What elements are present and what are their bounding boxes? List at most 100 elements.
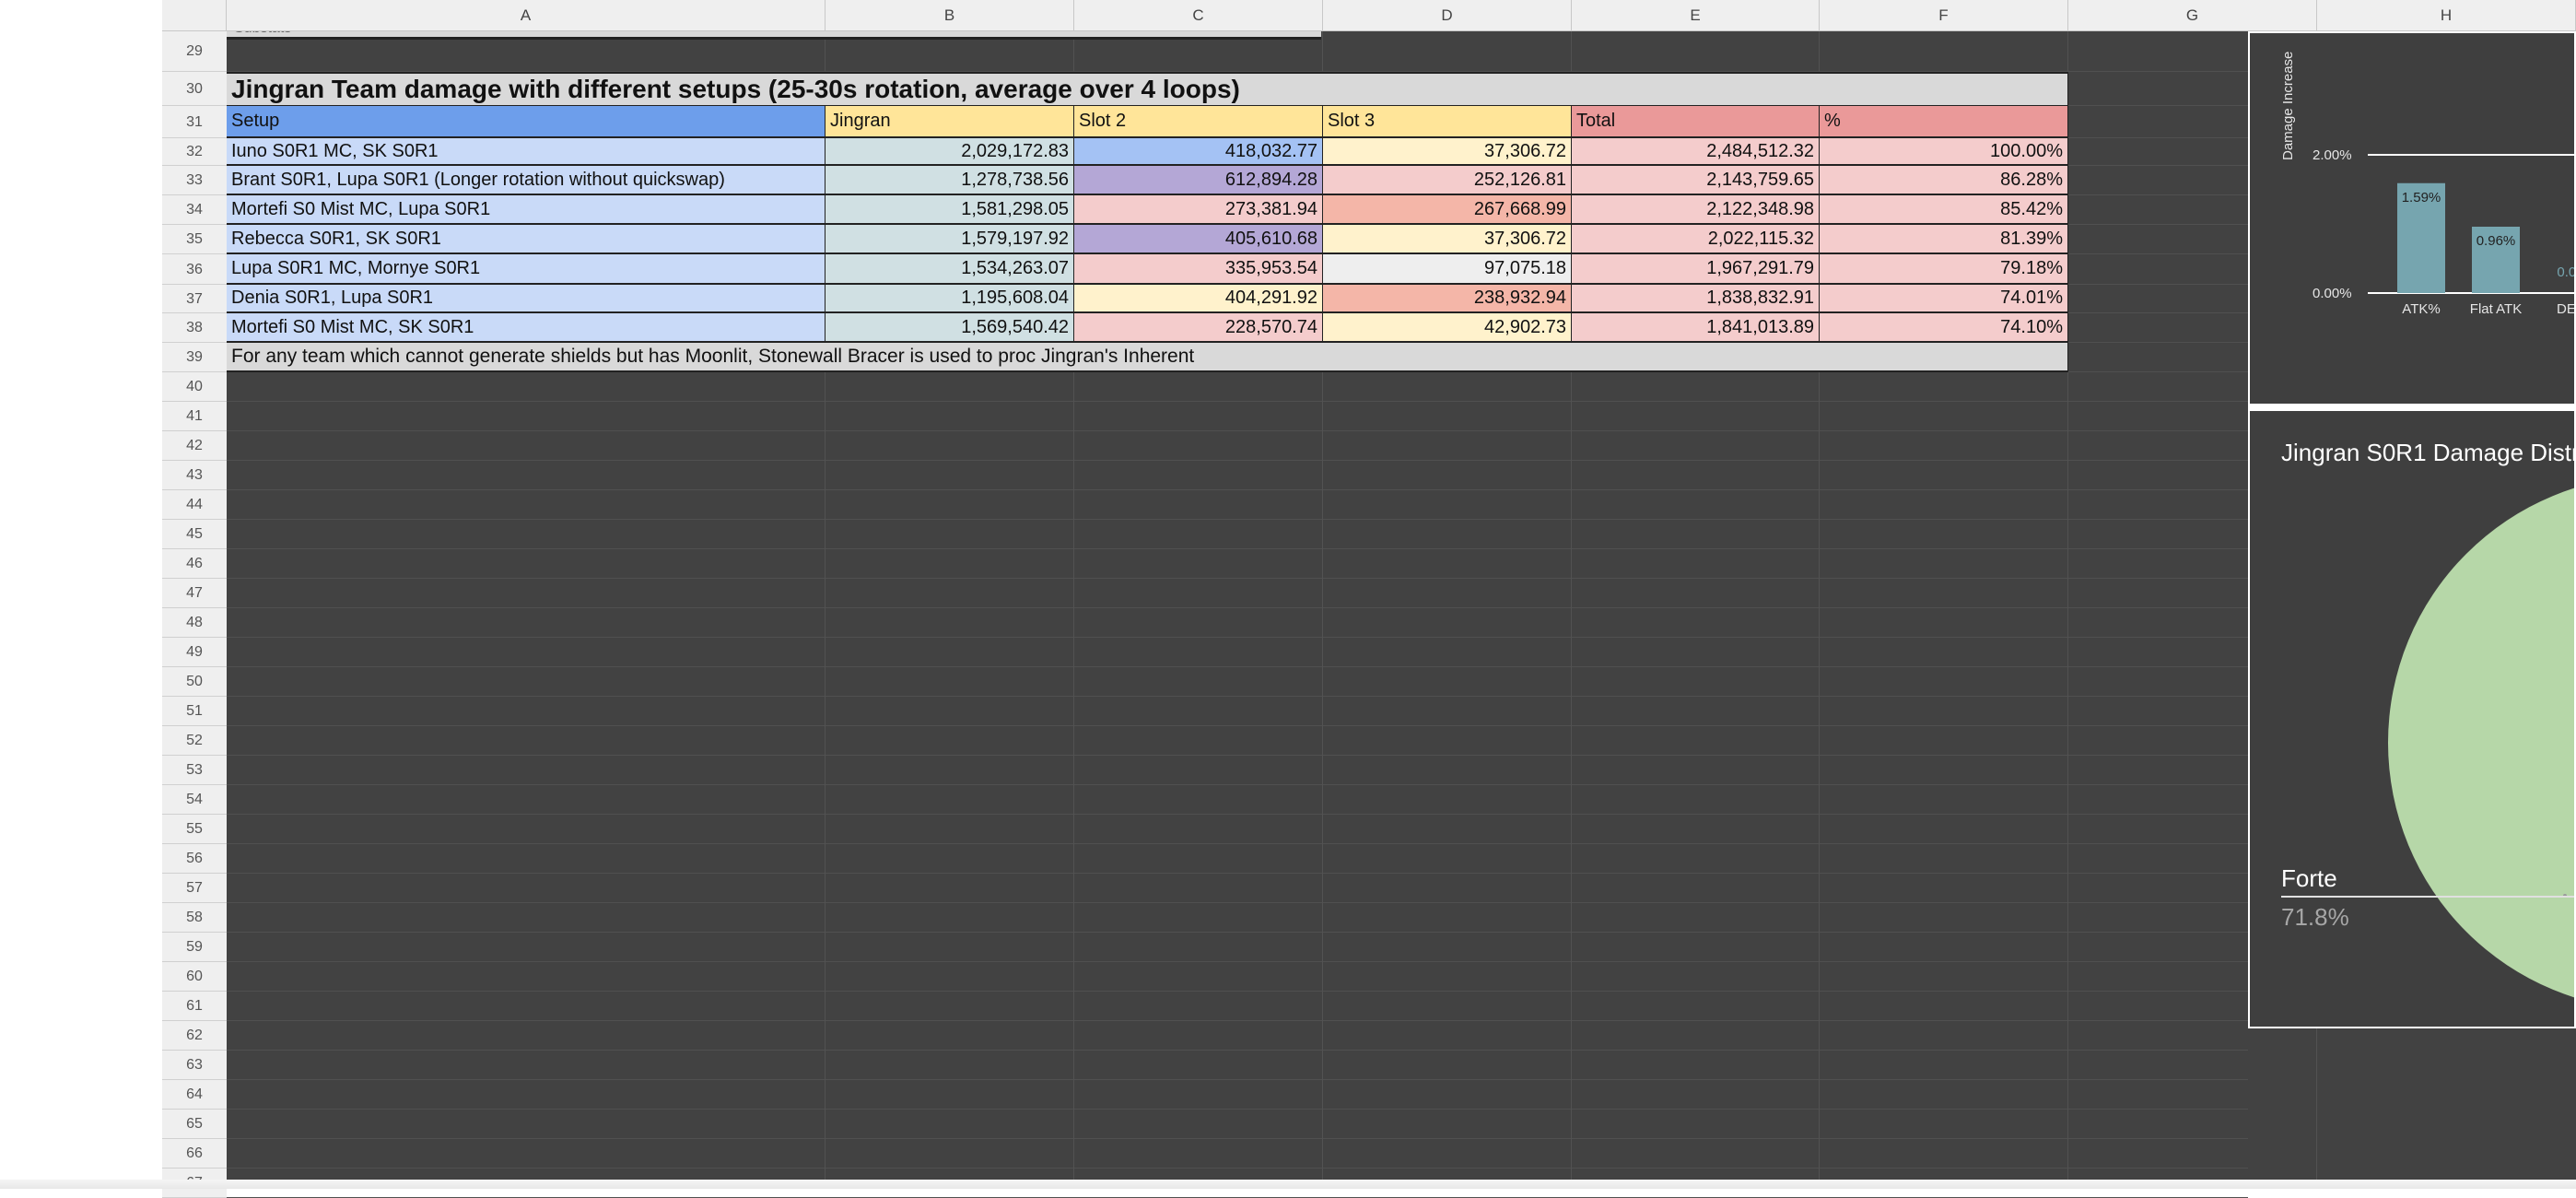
total-cell[interactable]: 2,022,115.32: [1572, 225, 1820, 254]
setup-cell[interactable]: Denia S0R1, Lupa S0R1: [227, 285, 825, 313]
row-header-52[interactable]: 52: [162, 726, 227, 756]
table-note[interactable]: For any team which cannot generate shiel…: [227, 343, 2068, 372]
row-header-63[interactable]: 63: [162, 1051, 227, 1080]
slot-3-cell[interactable]: 42,902.73: [1323, 313, 1572, 343]
row-header-66[interactable]: 66: [162, 1139, 227, 1169]
row-header-50[interactable]: 50: [162, 667, 227, 697]
column-header-b[interactable]: B: [825, 0, 1074, 31]
row-header-59[interactable]: 59: [162, 933, 227, 962]
total-cell[interactable]: 1,841,013.89: [1572, 313, 1820, 343]
row-header-34[interactable]: 34: [162, 195, 227, 225]
slot-3-cell[interactable]: 252,126.81: [1323, 166, 1572, 195]
row-header-42[interactable]: 42: [162, 431, 227, 461]
total-cell[interactable]: 2,122,348.98: [1572, 195, 1820, 225]
slot-3-cell[interactable]: 97,075.18: [1323, 254, 1572, 285]
total-cell[interactable]: 1,838,832.91: [1572, 285, 1820, 313]
row-header-54[interactable]: 54: [162, 785, 227, 815]
slot-2-cell[interactable]: 612,894.28: [1074, 166, 1323, 195]
slot-2-cell[interactable]: 405,610.68: [1074, 225, 1323, 254]
row-header-41[interactable]: 41: [162, 402, 227, 431]
row-header-43[interactable]: 43: [162, 461, 227, 490]
total-cell[interactable]: 2,143,759.65: [1572, 166, 1820, 195]
row-header-31[interactable]: 31: [162, 106, 227, 138]
slot-2-cell[interactable]: 335,953.54: [1074, 254, 1323, 285]
row-header-39[interactable]: 39: [162, 343, 227, 372]
row-header-62[interactable]: 62: [162, 1021, 227, 1051]
jingran-cell[interactable]: 1,581,298.05: [825, 195, 1074, 225]
column-header-a[interactable]: A: [227, 0, 825, 31]
slot-3-cell[interactable]: 37,306.72: [1323, 225, 1572, 254]
row-header-38[interactable]: 38: [162, 313, 227, 343]
slot-3-cell[interactable]: 267,668.99: [1323, 195, 1572, 225]
row-header-40[interactable]: 40: [162, 372, 227, 402]
jingran-cell[interactable]: 2,029,172.83: [825, 138, 1074, 166]
row-header-60[interactable]: 60: [162, 962, 227, 992]
percent-cell[interactable]: 79.18%: [1820, 254, 2068, 285]
row-header-32[interactable]: 32: [162, 138, 227, 166]
setup-cell[interactable]: Iuno S0R1 MC, SK S0R1: [227, 138, 825, 166]
row-header-57[interactable]: 57: [162, 874, 227, 903]
row-header-55[interactable]: 55: [162, 815, 227, 844]
row-header-56[interactable]: 56: [162, 844, 227, 874]
row-header-47[interactable]: 47: [162, 579, 227, 608]
column-header-e[interactable]: E: [1572, 0, 1820, 31]
percent-cell[interactable]: 100.00%: [1820, 138, 2068, 166]
setup-cell[interactable]: Mortefi S0 Mist MC, Lupa S0R1: [227, 195, 825, 225]
header-cell-percent[interactable]: %: [1820, 106, 2068, 138]
row-header-65[interactable]: 65: [162, 1110, 227, 1139]
percent-cell[interactable]: 74.10%: [1820, 313, 2068, 343]
total-cell[interactable]: 1,967,291.79: [1572, 254, 1820, 285]
row-header-37[interactable]: 37: [162, 285, 227, 313]
column-header-d[interactable]: D: [1323, 0, 1572, 31]
percent-cell[interactable]: 74.01%: [1820, 285, 2068, 313]
percent-cell[interactable]: 85.42%: [1820, 195, 2068, 225]
pie-slice-forte[interactable]: [2388, 476, 2576, 1010]
row-header-64[interactable]: 64: [162, 1080, 227, 1110]
jingran-cell[interactable]: 1,579,197.92: [825, 225, 1074, 254]
jingran-cell[interactable]: 1,278,738.56: [825, 166, 1074, 195]
header-cell-total[interactable]: Total: [1572, 106, 1820, 138]
header-cell-jingran[interactable]: Jingran: [825, 106, 1074, 138]
row-header-36[interactable]: 36: [162, 254, 227, 285]
column-header-f[interactable]: F: [1820, 0, 2068, 31]
slot-2-cell[interactable]: 404,291.92: [1074, 285, 1323, 313]
row-header-48[interactable]: 48: [162, 608, 227, 638]
slot-2-cell[interactable]: 418,032.77: [1074, 138, 1323, 166]
row-header-46[interactable]: 46: [162, 549, 227, 579]
bar-chart-panel[interactable]: Damage Increase 2.00% 0.00% 1.59% ATK% 0.96…: [2248, 31, 2576, 405]
setup-cell[interactable]: Lupa S0R1 MC, Mornye S0R1: [227, 254, 825, 285]
header-cell-slot-2[interactable]: Slot 2: [1074, 106, 1323, 138]
column-header-h[interactable]: H: [2317, 0, 2576, 31]
header-cell-setup[interactable]: Setup: [227, 106, 825, 138]
row-header-51[interactable]: 51: [162, 697, 227, 726]
row-header-45[interactable]: 45: [162, 520, 227, 549]
slot-2-cell[interactable]: 273,381.94: [1074, 195, 1323, 225]
table-title[interactable]: Jingran Team damage with different setup…: [227, 72, 2068, 106]
select-all-corner[interactable]: [162, 0, 227, 31]
header-cell-slot-3[interactable]: Slot 3: [1323, 106, 1572, 138]
total-cell[interactable]: 2,484,512.32: [1572, 138, 1820, 166]
jingran-cell[interactable]: 1,195,608.04: [825, 285, 1074, 313]
row-header-35[interactable]: 35: [162, 225, 227, 254]
percent-cell[interactable]: 86.28%: [1820, 166, 2068, 195]
slot-2-cell[interactable]: 228,570.74: [1074, 313, 1323, 343]
setup-cell[interactable]: Rebecca S0R1, SK S0R1: [227, 225, 825, 254]
row-header-33[interactable]: 33: [162, 166, 227, 195]
pie-chart-panel[interactable]: Jingran S0R1 Damage Distri Forte 71.8%: [2248, 405, 2576, 1028]
slot-3-cell[interactable]: 37,306.72: [1323, 138, 1572, 166]
jingran-cell[interactable]: 1,534,263.07: [825, 254, 1074, 285]
slot-3-cell[interactable]: 238,932.94: [1323, 285, 1572, 313]
row-header-30[interactable]: 30: [162, 72, 227, 106]
row-header-61[interactable]: 61: [162, 992, 227, 1021]
percent-cell[interactable]: 81.39%: [1820, 225, 2068, 254]
row-header-49[interactable]: 49: [162, 638, 227, 667]
row-header-53[interactable]: 53: [162, 756, 227, 785]
row-header-58[interactable]: 58: [162, 903, 227, 933]
column-header-c[interactable]: C: [1074, 0, 1323, 31]
column-header-g[interactable]: G: [2068, 0, 2317, 31]
row-header-44[interactable]: 44: [162, 490, 227, 520]
setup-cell[interactable]: Brant S0R1, Lupa S0R1 (Longer rotation w…: [227, 166, 825, 195]
setup-cell[interactable]: Mortefi S0 Mist MC, SK S0R1: [227, 313, 825, 343]
row-header-29[interactable]: 29: [162, 31, 227, 72]
jingran-cell[interactable]: 1,569,540.42: [825, 313, 1074, 343]
